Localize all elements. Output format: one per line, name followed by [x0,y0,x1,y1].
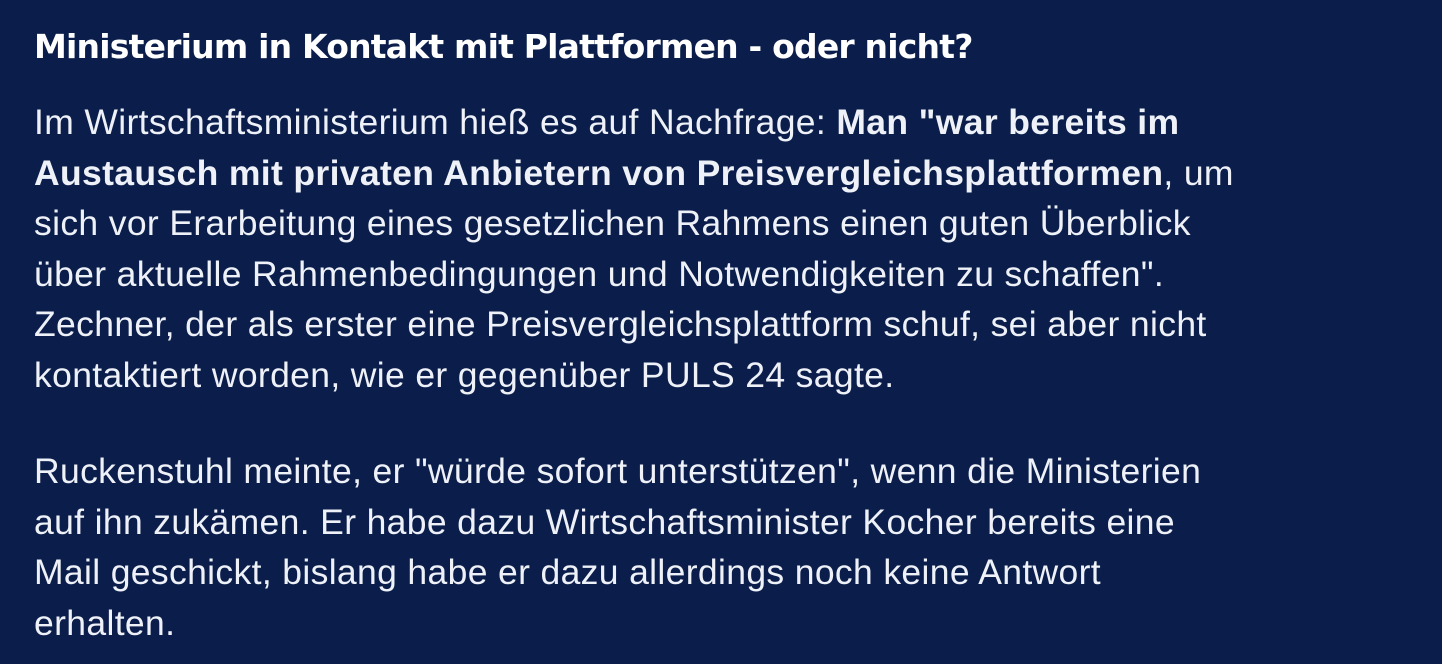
bold-quote-continued: Austausch mit privaten Anbietern von Pre… [34,152,1164,193]
article-paragraph-1: Im Wirtschaftsministerium hieß es auf Na… [34,97,1424,401]
article-section: Ministerium in Kontakt mit Plattformen -… [34,0,1424,643]
text-run: , um [1163,152,1234,193]
article-paragraph-2: Ruckenstuhl meinte, er "würde sofort unt… [34,446,1424,648]
text-line: sich vor Erarbeitung eines gesetzlichen … [34,203,1191,244]
text-line: kontaktiert worden, wie er gegenüber PUL… [34,354,895,395]
text-line: Ruckenstuhl meinte, er "würde sofort unt… [34,451,1202,491]
text-line: Im Wirtschaftsministerium hieß es auf Na… [34,97,1424,148]
text-line: Zechner, der als erster eine Preisvergle… [34,304,1207,345]
text-line: Austausch mit privaten Anbietern von Pre… [34,148,1424,199]
text-line: auf ihn zukämen. Er habe dazu Wirtschaft… [34,501,1175,542]
bold-quote-start: Man "war bereits im [836,102,1180,142]
text-run: Im Wirtschaftsministerium hieß es auf Na… [34,102,837,142]
article-headline: Ministerium in Kontakt mit Plattformen -… [34,27,973,66]
text-line: Mail geschickt, bislang habe er dazu all… [34,552,1102,593]
text-line: erhalten. [34,602,176,643]
text-line: über aktuelle Rahmenbedingungen und Notw… [34,253,1165,294]
